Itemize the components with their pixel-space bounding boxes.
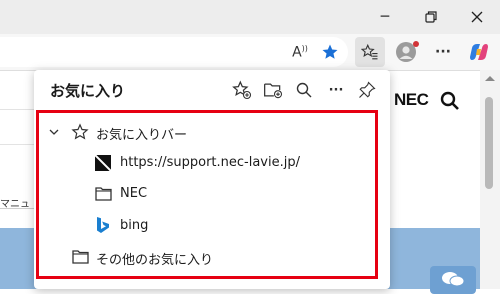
add-to-favorites-button[interactable] [315,37,345,67]
pin-icon [359,81,376,98]
more-icon: ··· [435,44,451,60]
close-icon [471,11,483,23]
favorite-star-icon [322,44,338,59]
page-brand-logo[interactable]: NEC [394,90,429,110]
add-favorite-button[interactable] [230,78,254,102]
read-aloud-button[interactable]: A)) [285,37,315,67]
more-options-button[interactable]: ··· [324,78,348,102]
add-favorite-icon [232,80,252,100]
close-window-button[interactable] [454,0,500,34]
read-aloud-icon: A)) [292,43,308,61]
add-folder-button[interactable] [261,78,285,102]
scroll-up-arrow-icon[interactable] [484,74,496,82]
chat-button[interactable] [430,266,476,294]
divider [0,109,38,110]
scrollbar-thumb[interactable] [485,97,493,189]
divider [0,208,38,209]
chat-icon [442,272,465,287]
profile-button[interactable] [391,37,421,67]
add-folder-icon [264,83,283,99]
restore-icon [425,11,437,23]
settings-more-button[interactable]: ··· [428,37,458,67]
pin-panel-button[interactable] [355,78,379,102]
search-icon[interactable] [440,91,460,111]
minimize-button[interactable]: ─ [362,0,408,34]
highlight-box [36,110,378,279]
copilot-icon [470,44,488,60]
divider [0,144,38,145]
search-icon [296,82,312,98]
minimize-icon: ─ [380,9,390,25]
notification-dot [413,41,419,47]
favorites-panel-title: お気に入り [50,82,126,100]
more-options-icon: ··· [328,82,344,98]
copilot-button[interactable] [464,37,494,67]
favorites-toolbar-button[interactable] [355,37,385,67]
search-favorites-button[interactable] [292,78,316,102]
restore-button[interactable] [408,0,454,34]
favorites-icon [361,43,378,60]
